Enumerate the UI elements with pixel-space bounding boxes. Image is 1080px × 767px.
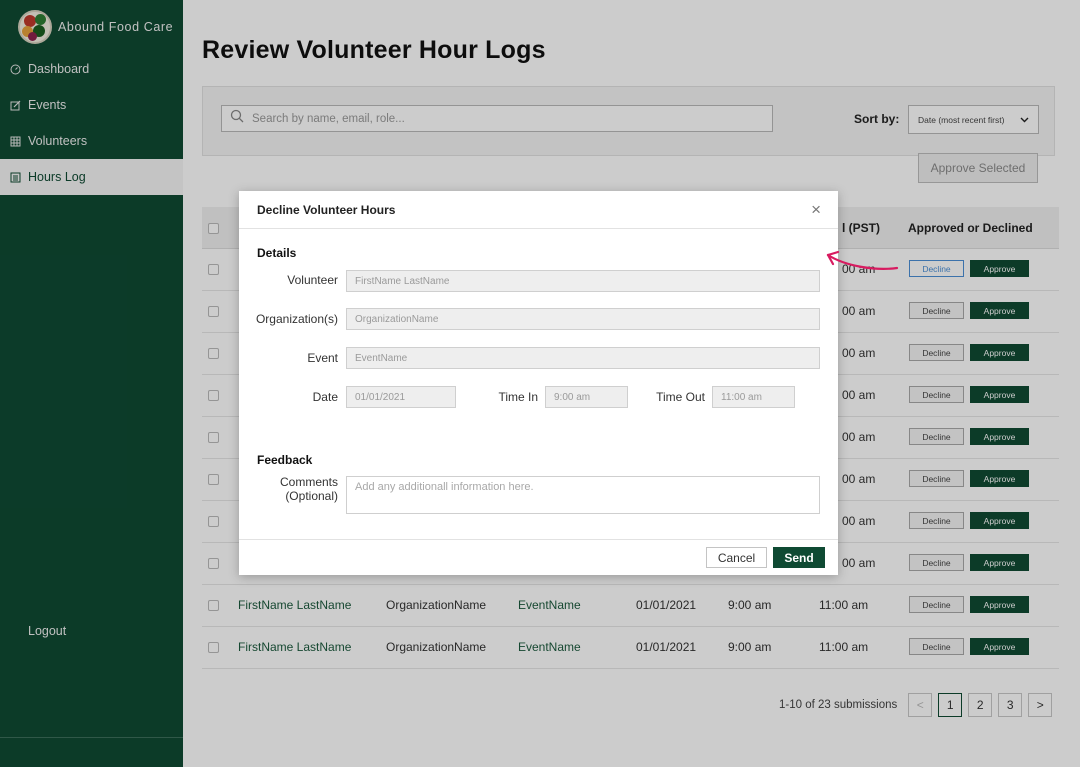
event-field: EventName (346, 347, 820, 369)
cancel-button[interactable]: Cancel (706, 547, 767, 568)
details-heading: Details (257, 246, 297, 260)
date-field: 01/01/2021 (346, 386, 456, 408)
comments-label: Comments (Optional) (259, 475, 338, 503)
annotation-arrow-icon (826, 250, 899, 270)
organization-label: Organization(s) (255, 312, 338, 326)
time-out-field: 11:00 am (712, 386, 795, 408)
organization-field: OrganizationName (346, 308, 820, 330)
volunteer-field: FirstName LastName (346, 270, 820, 292)
event-label: Event (307, 351, 338, 365)
comments-label-line: Comments (279, 475, 338, 489)
modal-header: Decline Volunteer Hours × (239, 191, 838, 229)
modal-footer-divider (239, 539, 838, 540)
decline-hours-modal: Decline Volunteer Hours × Details Volunt… (239, 191, 838, 575)
comments-optional-line: (Optional) (285, 489, 338, 503)
send-button[interactable]: Send (773, 547, 825, 568)
close-icon[interactable]: × (811, 200, 821, 220)
time-out-label: Time Out (656, 390, 705, 404)
time-in-label: Time In (498, 390, 538, 404)
modal-title: Decline Volunteer Hours (257, 203, 396, 217)
feedback-heading: Feedback (257, 453, 313, 467)
comments-textarea[interactable] (346, 476, 820, 514)
time-in-field: 9:00 am (545, 386, 628, 408)
date-label: Date (312, 390, 338, 404)
volunteer-label: Volunteer (287, 273, 338, 287)
